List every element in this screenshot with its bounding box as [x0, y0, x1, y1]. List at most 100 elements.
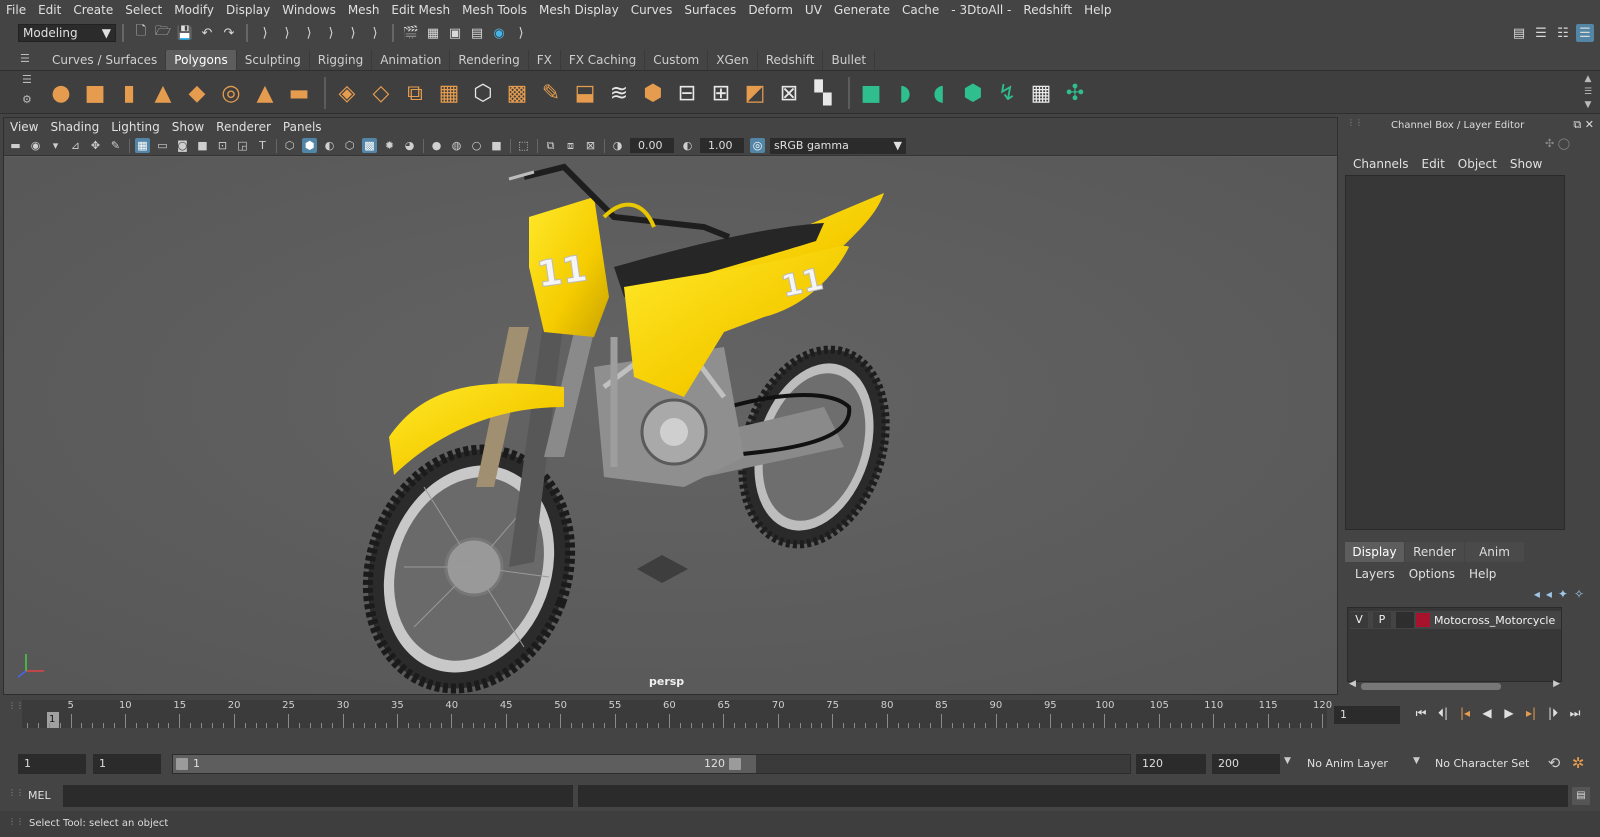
- playback-end-field[interactable]: 120: [1136, 754, 1206, 774]
- bookmark-icon[interactable]: ▾: [48, 138, 63, 153]
- layer-playback-toggle[interactable]: P: [1373, 612, 1391, 628]
- poly-plane-icon[interactable]: ◆: [182, 78, 212, 108]
- use-all-lights-icon[interactable]: ✹: [382, 138, 397, 153]
- axis-toggle-icon[interactable]: ✣: [1545, 137, 1554, 150]
- character-set-select[interactable]: No Character Set: [1429, 754, 1541, 774]
- tab-render-layers[interactable]: Render: [1405, 542, 1464, 562]
- range-end-handle[interactable]: [729, 758, 741, 770]
- save-scene-icon[interactable]: 💾: [176, 24, 194, 42]
- bevel-icon[interactable]: ⬡: [468, 78, 498, 108]
- xray-joints-icon[interactable]: ⧈: [563, 138, 578, 153]
- new-layer-icon[interactable]: ✦: [1558, 587, 1574, 601]
- sync-icon[interactable]: ◯: [1558, 137, 1570, 150]
- grid-icon[interactable]: ▦: [135, 138, 150, 153]
- open-scene-icon[interactable]: 🗁: [154, 24, 172, 42]
- uv-spherical-icon[interactable]: ◖: [924, 78, 954, 108]
- object-menu[interactable]: Object: [1458, 157, 1497, 171]
- show-menu[interactable]: Show: [1510, 157, 1542, 171]
- tab-anim-layers[interactable]: Anim: [1465, 542, 1524, 562]
- tab-rigging[interactable]: Rigging: [310, 50, 373, 70]
- mode-selector[interactable]: Modeling ▼: [18, 24, 116, 42]
- gamma-icon[interactable]: ◐: [680, 138, 695, 153]
- menu-mesh[interactable]: Mesh: [348, 3, 380, 17]
- fill-hole-icon[interactable]: ≋: [604, 78, 634, 108]
- help-menu[interactable]: Help: [1469, 567, 1496, 581]
- tab-custom[interactable]: Custom: [645, 50, 709, 70]
- default-material-icon[interactable]: ◐: [322, 138, 337, 153]
- isolate-select-icon[interactable]: ⬚: [516, 138, 531, 153]
- view-transform-select[interactable]: sRGB gamma ▼: [770, 137, 906, 154]
- uv-unfold-icon[interactable]: ↯: [992, 78, 1022, 108]
- step-forward-frame-icon[interactable]: |⏵: [1542, 706, 1564, 724]
- menu-select[interactable]: Select: [125, 3, 162, 17]
- target-weld-icon[interactable]: ◩: [740, 78, 770, 108]
- modeling-toolkit-icon[interactable]: ▤: [1510, 24, 1528, 42]
- smooth-shade-icon[interactable]: ⬢: [302, 138, 317, 153]
- safe-action-icon[interactable]: ◲: [235, 138, 250, 153]
- shelf-scroll[interactable]: ▲ ☰ ▼: [1582, 73, 1594, 113]
- uv-layout-icon[interactable]: ✣: [1060, 78, 1090, 108]
- menu-generate[interactable]: Generate: [834, 3, 890, 17]
- step-back-frame-icon[interactable]: ⏴|: [1432, 706, 1454, 724]
- combine-icon[interactable]: ◈: [332, 78, 362, 108]
- append-polygon-icon[interactable]: ⬓: [570, 78, 600, 108]
- render-sequence-icon[interactable]: ▦: [424, 24, 442, 42]
- poly-cone-icon[interactable]: ▲: [148, 78, 178, 108]
- anti-aliasing-icon[interactable]: ○: [469, 138, 484, 153]
- layers-menu[interactable]: Layers: [1355, 567, 1395, 581]
- tab-animation[interactable]: Animation: [372, 50, 451, 70]
- uv-automatic-icon[interactable]: ⬢: [958, 78, 988, 108]
- range-slider-range[interactable]: 1 120: [173, 755, 756, 773]
- channel-box-content[interactable]: [1345, 175, 1565, 530]
- viewport-menu-renderer[interactable]: Renderer: [216, 120, 271, 134]
- select-hierarchy-icon[interactable]: ⟩: [256, 24, 274, 42]
- exposure-field[interactable]: 0.00: [630, 138, 674, 153]
- tab-curves-surfaces[interactable]: Curves / Surfaces: [44, 50, 167, 70]
- tab-rendering[interactable]: Rendering: [450, 50, 529, 70]
- exposure-icon[interactable]: ◑: [610, 138, 625, 153]
- uv-editor-icon[interactable]: ▦: [1026, 78, 1056, 108]
- bevel-edge-icon[interactable]: ⬢: [638, 78, 668, 108]
- step-back-key-icon[interactable]: |◂: [1454, 706, 1476, 724]
- menu-3dtoall[interactable]: - 3DtoAll -: [951, 3, 1011, 17]
- layer-row[interactable]: V P Motocross_Motorcycle: [1350, 611, 1561, 629]
- new-layer-selected-icon[interactable]: ✧: [1574, 587, 1590, 601]
- film-gate-icon[interactable]: ▭: [155, 138, 170, 153]
- tab-polygons[interactable]: Polygons: [166, 50, 237, 70]
- viewport-menu-lighting[interactable]: Lighting: [111, 120, 160, 134]
- menu-curves[interactable]: Curves: [631, 3, 673, 17]
- move-layer-down-icon[interactable]: ◂: [1546, 587, 1558, 601]
- gate-mask-icon[interactable]: ■: [195, 138, 210, 153]
- auto-key-icon[interactable]: ⟲: [1544, 754, 1564, 774]
- screen-space-ao-icon[interactable]: ●: [429, 138, 444, 153]
- select-camera-icon[interactable]: ▬: [8, 138, 23, 153]
- snap-curve-icon[interactable]: ⟩: [344, 24, 362, 42]
- command-input[interactable]: [63, 785, 573, 807]
- multi-cut-icon[interactable]: ⊞: [706, 78, 736, 108]
- tab-xgen[interactable]: XGen: [708, 50, 758, 70]
- wireframe-on-shaded-icon[interactable]: ⬡: [342, 138, 357, 153]
- range-slider-bar[interactable]: 1 120: [172, 754, 1131, 774]
- close-icon[interactable]: ✕: [1585, 118, 1594, 131]
- animation-end-field[interactable]: 200: [1212, 754, 1280, 774]
- textured-icon[interactable]: ▩: [362, 138, 377, 153]
- command-line-grip[interactable]: ⋮⋮: [8, 789, 24, 797]
- step-forward-key-icon[interactable]: ▸|: [1520, 706, 1542, 724]
- menu-create[interactable]: Create: [73, 3, 113, 17]
- menu-uv[interactable]: UV: [805, 3, 822, 17]
- motion-blur-icon[interactable]: ◍: [449, 138, 464, 153]
- shadows-icon[interactable]: ◕: [402, 138, 417, 153]
- xray-components-icon[interactable]: ⊠: [583, 138, 598, 153]
- safe-title-icon[interactable]: T: [255, 138, 270, 153]
- shelf-menu-icon[interactable]: ☰: [20, 52, 34, 66]
- viewport-menu-panels[interactable]: Panels: [283, 120, 322, 134]
- channels-menu[interactable]: Channels: [1353, 157, 1409, 171]
- tab-fx-caching[interactable]: FX Caching: [561, 50, 646, 70]
- poly-pipe-icon[interactable]: ▬: [284, 78, 314, 108]
- tool-settings-icon[interactable]: ☷: [1554, 24, 1572, 42]
- more-icon[interactable]: ⟩: [512, 24, 530, 42]
- go-to-end-icon[interactable]: ⏭: [1564, 706, 1586, 724]
- layer-color-swatch[interactable]: [1416, 613, 1430, 627]
- viewport-menu-shading[interactable]: Shading: [50, 120, 99, 134]
- menu-surfaces[interactable]: Surfaces: [684, 3, 736, 17]
